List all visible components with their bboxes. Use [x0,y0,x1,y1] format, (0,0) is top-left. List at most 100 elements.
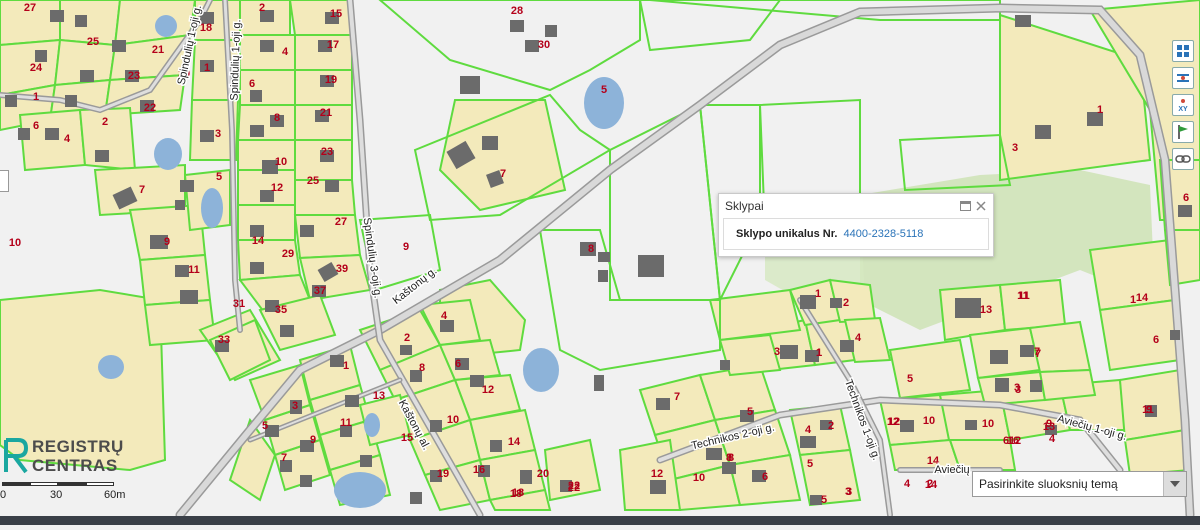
scale-seg-1 [2,482,30,486]
plot-number-label: 4 [805,424,812,436]
scale-bar [2,482,114,488]
plot-number-label: 1 [343,360,349,372]
plot-number-label: 10 [9,237,21,249]
plot-number-label: 2 [259,2,265,14]
plot-number-label: 1 [815,288,821,300]
plot-number-label: 3 [292,400,298,412]
layers-icon [1177,45,1189,57]
plot-number-label: 24 [30,62,43,74]
plot-number-label: 7 [674,391,680,403]
layers-button[interactable] [1172,40,1194,62]
scale-label-30: 30 [50,489,63,501]
plot-number-label: 14 [1136,292,1149,304]
left-toggle-button[interactable] [0,170,9,192]
plot-number-label: 21 [152,44,164,56]
plot-number-label: 11 [1017,290,1029,302]
plot-number-label: 25 [307,175,319,187]
logo-line-1: REGISTRŲ [32,437,124,456]
plot-number-label: 7 [139,184,145,196]
bottom-bar [0,516,1200,525]
plot-number-label: 20 [537,468,549,480]
plot-number-label: 27 [335,216,347,228]
measure-button[interactable] [1172,67,1194,89]
plot-number-label: 4 [855,332,862,344]
map-canvas[interactable]: 27 2 15 28252118417 3024 16 19523 202218 216 24 31… [0,0,1200,525]
plot-number-label: 9 [403,241,409,253]
plot-number-label: 5 [821,494,827,506]
plot-number-label: 11 [340,417,352,429]
plot-number-label: 15 [401,432,413,444]
logo-line-2: CENTRAS [32,456,118,475]
plot-number-label: 2 [102,116,108,128]
plot-number-label: 17 [327,39,339,51]
plot-number-label: 18 [200,22,212,34]
logo-text: REGISTRŲ CENTRAS [32,437,124,475]
dropdown-arrow-button[interactable] [1163,472,1186,496]
plot-number-label: 3 [774,346,780,358]
plot-number-label: 3 [846,486,852,498]
layer-theme-select[interactable]: Pasirinkite sluoksnių temą [972,471,1187,497]
scale-seg-3 [58,482,86,486]
plot-number-label: 5 [262,420,268,432]
svg-text:XY: XY [1178,106,1188,113]
plot-number-label: 14 [508,436,521,448]
plot-number-label: 3 [1015,384,1021,396]
parcel-id-link[interactable]: 4400-2328-5118 [843,228,923,240]
plot-number-label: 14 [252,235,265,247]
plot-number-label: 13 [373,390,385,402]
plot-number-label: 9 [1146,404,1152,416]
plot-number-label: 12 [888,416,900,428]
plot-number-label: 1 [1130,294,1136,306]
plot-number-label: 39 [336,263,348,275]
plot-number-label: 16 [1007,435,1019,447]
plot-number-label: 28 [511,5,523,17]
plot-number-label: 37 [314,285,326,297]
plot-number-label: 1 [1097,104,1103,116]
parcel-id-label: Sklypo unikalus Nr. [736,228,838,240]
plot-number-label: 10 [693,472,705,484]
plot-number-label: 31 [233,298,245,310]
popup-title: Sklypai [725,199,764,213]
plot-number-label: 7 [281,452,287,464]
plot-number-label: 2 [404,332,410,344]
plot-number-label: 3 [215,128,221,140]
plot-number-label: 10 [982,418,994,430]
link-button[interactable] [1172,148,1194,170]
plot-number-label: 8 [588,243,594,255]
close-button[interactable] [975,200,987,212]
plot-number-label: 8 [726,452,732,464]
plot-number-label: 5 [907,373,913,385]
plot-number-label: 29 [282,248,294,260]
plot-number-label: 7 [500,168,506,180]
cadastral-map[interactable]: 27 2 15 28 25 21 18 4 17 30 24 1 6 19 5 23 20 22 1 8 21 6 2 4 3 1… [0,0,1200,525]
plot-number-label: 6 [249,78,255,90]
plot-number-label: 6 [455,358,461,370]
plot-number-label: 21 [320,107,332,119]
coordinates-button[interactable]: XY [1172,94,1194,116]
plot-number-label: 3 [1012,142,1018,154]
flag-button[interactable] [1172,121,1194,143]
plot-number-label: 10 [275,156,287,168]
flag-icon [1178,125,1188,139]
plot-number-label: 25 [87,36,99,48]
popup-header: Sklypai [719,194,993,218]
plot-number-label: 9 [1046,418,1052,430]
layer-select-placeholder: Pasirinkite sluoksnių temą [979,477,1118,491]
plot-number-label: 1 [204,62,210,74]
plot-number-label: 11 [188,264,200,276]
close-icon [976,201,986,211]
plot-number-label: 1 [816,347,822,359]
plot-number-label: 10 [923,415,935,427]
plot-number-label: 8 [274,112,280,124]
registru-centras-logo: REGISTRŲ CENTRAS [2,436,124,476]
plot-number-label: 35 [275,304,287,316]
popup-body: Sklypo unikalus Nr. 4400-2328-5118 [723,218,989,250]
plot-number-label: 10 [447,414,459,426]
plot-number-label: 12 [651,468,663,480]
plot-number-label: 6 [1153,334,1159,346]
link-icon [1175,155,1191,163]
left-panel-toggles [0,170,10,196]
plot-number-label: 30 [538,39,550,51]
maximize-button[interactable] [959,200,971,212]
maximize-icon [959,201,971,211]
